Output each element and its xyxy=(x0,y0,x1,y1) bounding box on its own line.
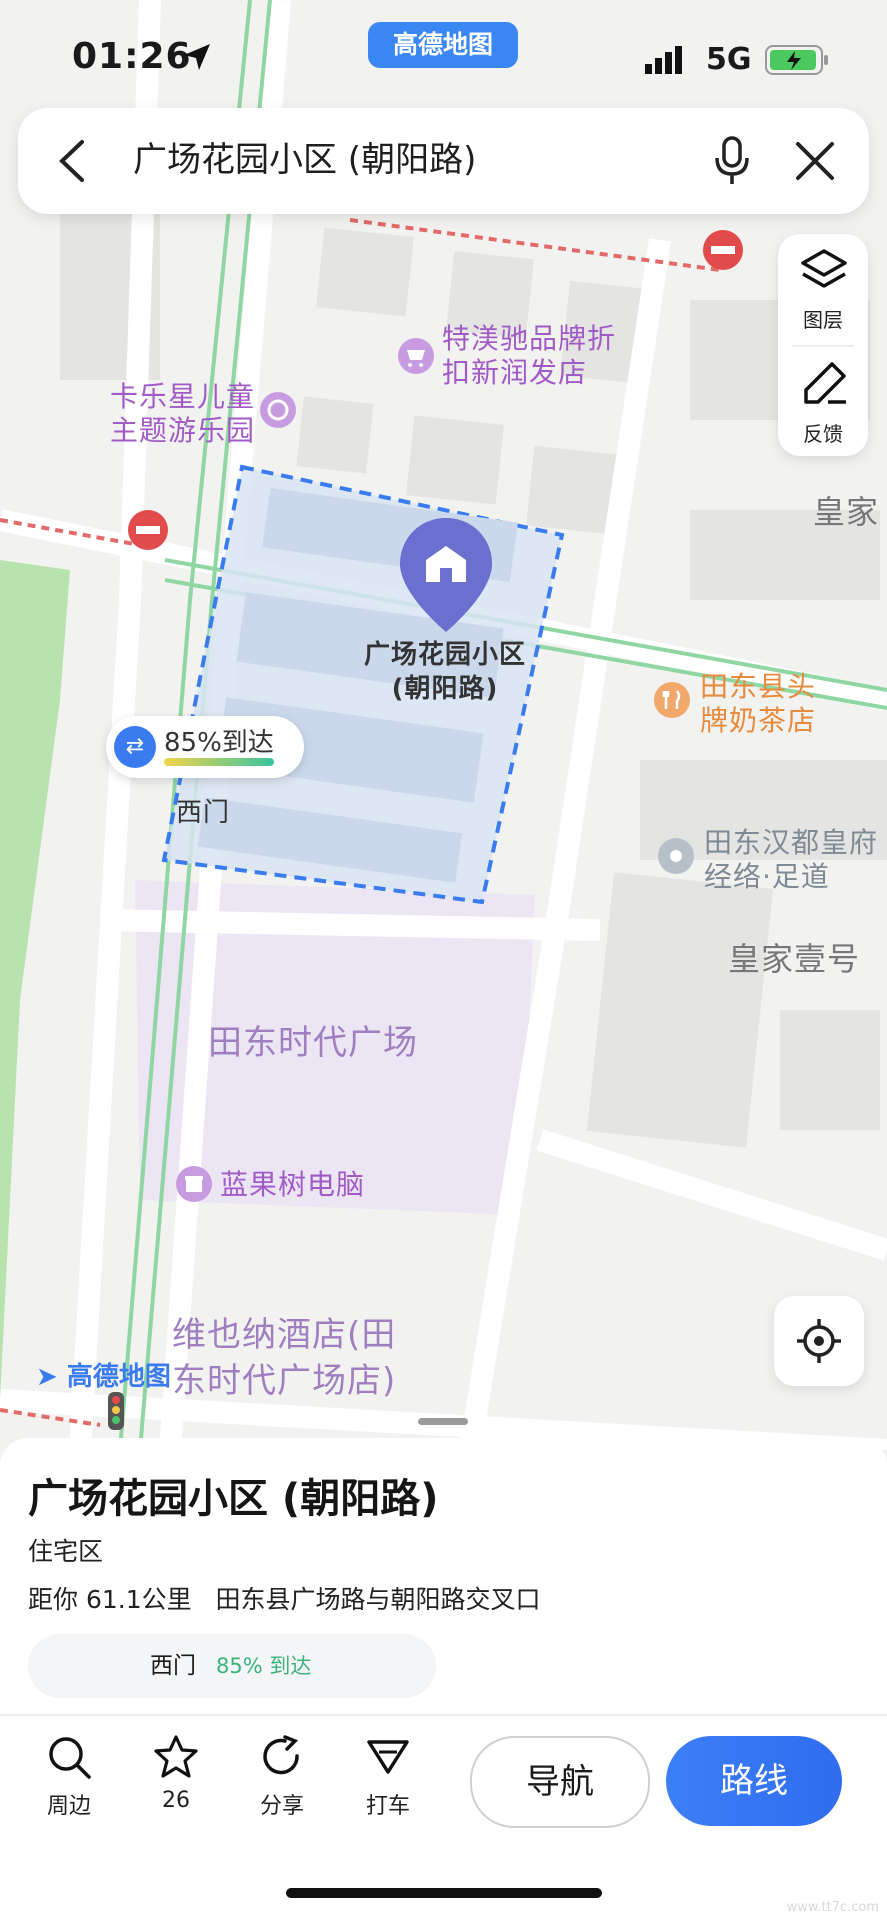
navigate-button[interactable]: 导航 xyxy=(470,1736,650,1828)
poi-label-lanmei[interactable]: 蓝果树电脑 xyxy=(220,1168,365,1202)
network-type: 5G xyxy=(706,42,752,77)
divider xyxy=(792,345,854,347)
map-logo: ➤ 高德地图 xyxy=(36,1362,171,1392)
feedback-button[interactable]: 反馈 xyxy=(778,348,868,456)
arrival-rate-text: 85%到达 xyxy=(164,728,274,758)
share-icon xyxy=(259,1735,305,1784)
poi-label-spa[interactable]: 田东汉都皇府 经络·足道 xyxy=(704,826,878,894)
poi-distance-address: 距你 61.1公里 田东县广场路与朝阳路交叉口 xyxy=(28,1580,540,1616)
poi-label-hotel[interactable]: 维也纳酒店(田 东时代广场店) xyxy=(172,1312,396,1404)
feedback-label: 反馈 xyxy=(803,422,843,446)
poi-title: 广场花园小区 (朝阳路) xyxy=(28,1476,439,1522)
toolbar-divider xyxy=(0,1714,887,1716)
traffic-light-icon xyxy=(108,1392,124,1430)
battery-icon xyxy=(765,44,831,80)
west-gate-label[interactable]: 西门 xyxy=(176,796,230,830)
crosshair-icon xyxy=(796,1318,842,1368)
poi-category: 住宅区 xyxy=(28,1537,104,1566)
shop-icon[interactable] xyxy=(176,1166,212,1202)
poi-label-huangjia-one: 皇家壹号 xyxy=(728,940,861,978)
location-arrow-icon xyxy=(182,42,212,76)
selected-poi-label[interactable]: 广场花园小区 (朝阳路) xyxy=(355,638,535,706)
entrance-icon: ⇄ xyxy=(114,726,156,768)
search-bar[interactable]: 广场花园小区 (朝阳路) xyxy=(18,108,869,214)
layers-icon xyxy=(800,248,848,296)
taxi-button[interactable]: 打车 xyxy=(343,1734,433,1820)
selected-poi-pin[interactable] xyxy=(396,516,496,634)
poi-address: 田东县广场路与朝阳路交叉口 xyxy=(215,1585,541,1614)
back-icon[interactable] xyxy=(56,138,88,188)
poi-label-huangjia: 皇家 xyxy=(813,493,880,531)
layers-button[interactable]: 图层 xyxy=(778,234,868,342)
restaurant-icon[interactable] xyxy=(654,682,690,718)
locate-me-button[interactable] xyxy=(774,1296,864,1386)
sheet-drag-handle[interactable] xyxy=(418,1418,468,1425)
search-input[interactable]: 广场花园小区 (朝阳路) xyxy=(133,138,476,182)
home-indicator[interactable] xyxy=(286,1888,602,1898)
route-button[interactable]: 路线 xyxy=(666,1736,842,1826)
nearby-label: 周边 xyxy=(46,1794,91,1819)
location-pin-icon[interactable] xyxy=(658,838,694,874)
area-label-square: 田东时代广场 xyxy=(208,1023,418,1063)
taxi-icon xyxy=(365,1740,411,1784)
map-side-controls: 图层 反馈 xyxy=(778,234,868,456)
favorite-count: 26 xyxy=(162,1788,190,1813)
map-view[interactable]: 特渼驰品牌折 扣新润发店 卡乐星儿童 主题游乐园 皇家 田东县头 牌奶茶店 田东… xyxy=(0,0,887,1461)
share-button[interactable]: 分享 xyxy=(237,1734,327,1820)
poi-distance: 距你 61.1公里 xyxy=(28,1585,192,1614)
close-icon[interactable] xyxy=(794,140,836,186)
arrival-rate-bar xyxy=(164,758,274,766)
shopping-cart-icon[interactable] xyxy=(398,338,434,374)
favorite-button[interactable]: 26 xyxy=(131,1734,221,1813)
arrival-badge[interactable]: ⇄ 85%到达 xyxy=(106,716,304,778)
layers-label: 图层 xyxy=(803,308,843,332)
poi-label-tea[interactable]: 田东县头 牌奶茶店 xyxy=(700,670,816,738)
edit-icon xyxy=(802,360,848,410)
poi-label-tejiao[interactable]: 特渼驰品牌折 扣新润发店 xyxy=(442,322,616,390)
search-icon xyxy=(46,1737,92,1784)
share-label: 分享 xyxy=(259,1794,304,1819)
taxi-label: 打车 xyxy=(365,1794,410,1819)
brand-pill[interactable]: 高德地图 xyxy=(368,22,518,68)
status-bar: 01:26 高德地图 5G xyxy=(0,0,887,110)
microphone-icon[interactable] xyxy=(712,136,752,190)
poi-label-kalexing[interactable]: 卡乐星儿童 主题游乐园 xyxy=(110,380,255,448)
amusement-park-icon[interactable] xyxy=(260,392,296,428)
watermark: www.tt7c.com xyxy=(786,1900,879,1915)
entrance-chip[interactable]: 西门 85% 到达 xyxy=(28,1634,436,1698)
signal-icon xyxy=(645,46,691,78)
entrance-name: 西门 xyxy=(150,1653,196,1679)
star-icon xyxy=(153,1735,199,1784)
nearby-button[interactable]: 周边 xyxy=(24,1734,114,1820)
entrance-rate: 85% 到达 xyxy=(216,1654,312,1678)
status-time: 01:26 xyxy=(72,36,192,77)
